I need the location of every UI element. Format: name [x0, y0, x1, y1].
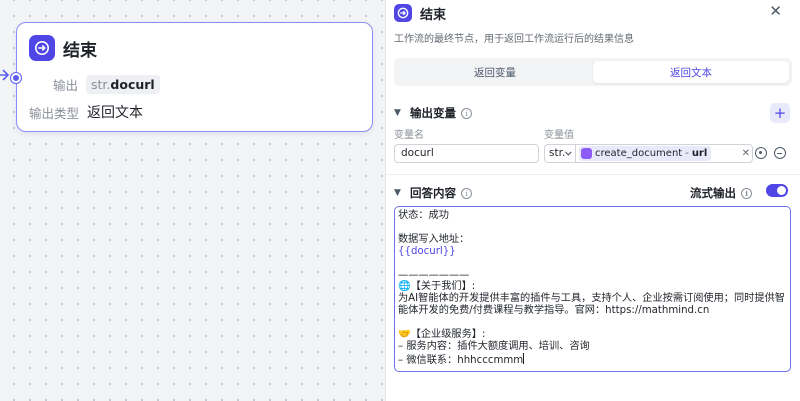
node-output-prefix: str.	[91, 77, 111, 92]
chevron-down-icon[interactable]: ▼	[394, 108, 408, 118]
edge-arrow-icon	[0, 69, 10, 81]
panel-header: 结束	[394, 2, 800, 24]
section-divider	[386, 174, 800, 175]
return-mode-tabs: 返回变量 返回文本	[394, 58, 792, 86]
exit-icon	[29, 35, 55, 61]
answer-line	[398, 222, 787, 234]
panel-title: 结束	[420, 7, 447, 23]
variable-type-value: str.	[549, 147, 566, 159]
output-section-header[interactable]: ▼ 输出变量 i	[394, 105, 472, 121]
column-label-name: 变量名	[394, 130, 424, 141]
stream-output-label-wrap: 流式输出 i	[690, 185, 752, 201]
node-title: 结束	[63, 40, 97, 61]
text-cursor	[523, 352, 525, 364]
answer-line	[398, 317, 787, 329]
node-header: 结束	[29, 35, 97, 61]
target-icon[interactable]	[755, 147, 767, 159]
reference-separator: -	[685, 148, 689, 159]
info-icon[interactable]: i	[461, 187, 472, 199]
answer-content-editor[interactable]: 状态：成功 数据写入地址： {{docurl}} ——————— 🌐【关于我们】…	[394, 206, 791, 372]
answer-line	[398, 258, 787, 270]
variable-type-select[interactable]: str.	[544, 144, 576, 163]
end-node-card[interactable]: 结束 输出 str. docurl 输出类型 返回文本	[11, 22, 373, 132]
node-output-value: docurl	[110, 77, 155, 92]
stream-output-toggle[interactable]	[766, 184, 788, 197]
node-output-type-label: 输出类型	[29, 105, 80, 121]
plugin-icon	[581, 148, 592, 159]
stream-output-label: 流式输出	[690, 186, 736, 200]
reference-field: url	[691, 148, 708, 159]
tab-return-variable[interactable]: 返回变量	[397, 61, 593, 83]
answer-line: – 服务内容：插件大额度调用、培训、咨询	[398, 340, 590, 352]
node-output-label: 输出	[53, 78, 79, 93]
answer-line: 数据写入地址：	[398, 233, 470, 245]
node-output-tag: str. docurl	[86, 75, 160, 94]
info-icon[interactable]: i	[461, 107, 472, 119]
info-icon[interactable]: i	[741, 187, 752, 199]
answer-variable-ref: {{docurl}}	[398, 245, 456, 257]
panel-description: 工作流的最终节点，用于返回工作流运行后的结果信息	[394, 34, 634, 45]
variable-name-input[interactable]: docurl	[394, 144, 539, 163]
column-label-value: 变量值	[544, 130, 574, 141]
output-section-title: 输出变量	[410, 106, 456, 120]
workflow-canvas[interactable]: 结束 输出 str. docurl 输出类型 返回文本	[0, 0, 385, 401]
answer-section-header[interactable]: ▼ 回答内容 i	[394, 185, 472, 201]
add-variable-button[interactable]: +	[770, 103, 790, 123]
reference-node: create_document	[595, 148, 683, 159]
node-output-row: 输出 str. docurl	[53, 75, 160, 94]
chevron-down-icon	[565, 151, 572, 156]
answer-line: 状态：成功	[398, 210, 449, 221]
reference-chip[interactable]: create_document - url	[579, 146, 712, 161]
node-output-type-value: 返回文本	[87, 105, 144, 121]
answer-line: 🌐【关于我们】:	[398, 281, 476, 293]
exit-icon	[394, 4, 412, 22]
answer-line: 🤝【企业级服务】:	[398, 329, 486, 341]
answer-line: ———————	[398, 269, 470, 281]
node-settings-panel: 结束 ✕ 工作流的最终节点，用于返回工作流运行后的结果信息 返回变量 返回文本 …	[385, 0, 800, 401]
answer-line-text: – 微信联系：hhhcccmmm	[398, 354, 524, 366]
variable-reference-field[interactable]: create_document - url ✕	[576, 144, 753, 163]
node-output-type-row: 输出类型 返回文本	[29, 102, 143, 122]
answer-line-last: – 微信联系：hhhcccmmm	[398, 352, 787, 367]
node-input-port[interactable]	[11, 73, 21, 83]
clear-reference-icon[interactable]: ✕	[742, 148, 750, 159]
remove-variable-icon[interactable]	[774, 147, 786, 159]
answer-line: 为AI智能体的开发提供丰富的插件与工具，支持个人、企业按需订阅使用；同时提供智能…	[398, 293, 785, 317]
chevron-down-icon[interactable]: ▼	[394, 188, 408, 198]
tab-return-text[interactable]: 返回文本	[593, 61, 789, 83]
close-icon[interactable]: ✕	[769, 3, 782, 19]
answer-section-title: 回答内容	[410, 186, 456, 200]
